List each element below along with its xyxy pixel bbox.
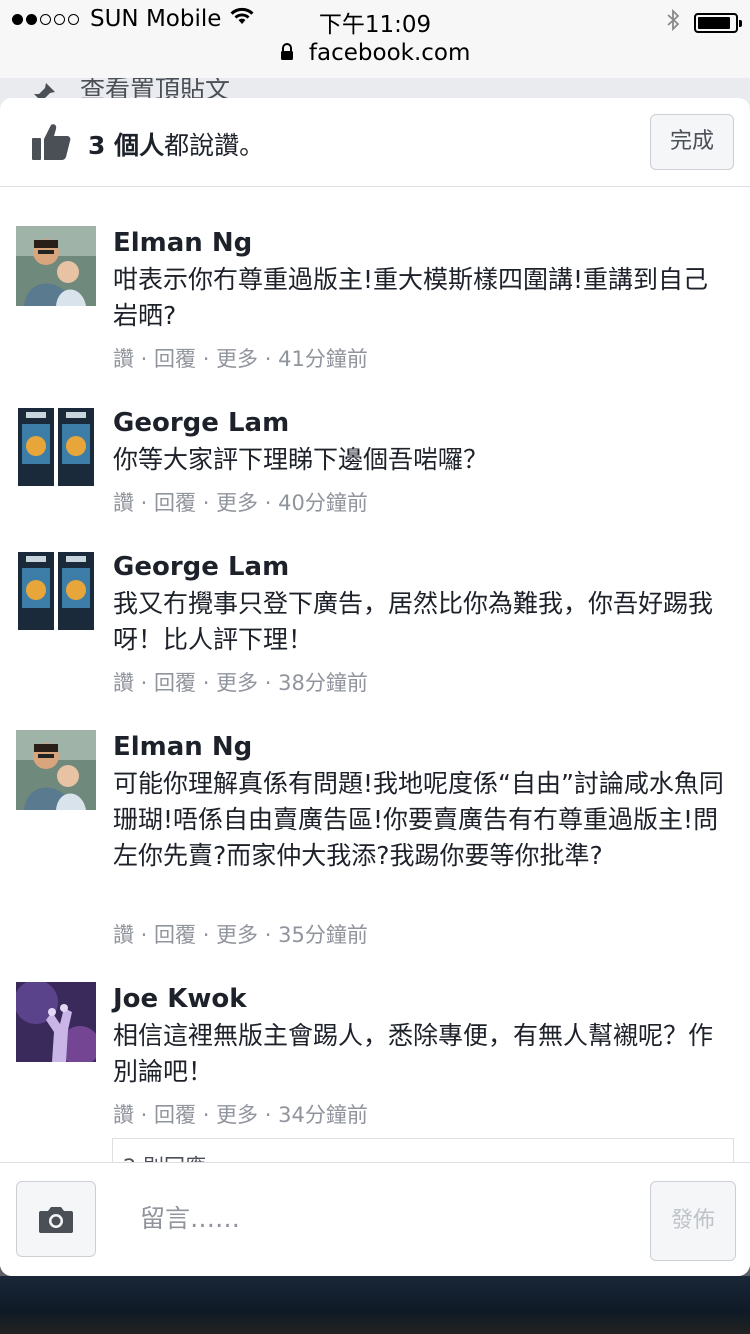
done-button[interactable]: 完成 <box>650 114 734 170</box>
avatar[interactable] <box>16 550 96 630</box>
avatar[interactable] <box>16 406 96 486</box>
more-link[interactable]: 更多 <box>216 347 258 371</box>
comment-author[interactable]: George Lam <box>113 408 289 438</box>
comment-author[interactable]: George Lam <box>113 552 289 582</box>
camera-icon <box>39 1207 73 1233</box>
comment-text: 我又冇攪事只登下廣告，居然比你為難我，你吾好踢我呀！比人評下理！ <box>113 589 714 654</box>
background-photo <box>0 1276 750 1334</box>
reply-link[interactable]: 回覆 <box>154 347 196 371</box>
comment-author[interactable]: Elman Ng <box>113 228 252 258</box>
like-link[interactable]: 讚 <box>113 347 134 371</box>
comment-text: 你等大家評下理睇下邊個吾啱囉？ <box>113 445 489 474</box>
likes-comments-modal: 3 個人都說讚。 完成 Elman Ng 咁表示你冇尊重過版主!重大模斯樣四圍講… <box>0 98 750 1276</box>
like-link[interactable]: 讚 <box>113 671 134 695</box>
comment-actions: 讚 · 回覆 · 更多 · 41分鐘前 <box>113 347 368 371</box>
likes-suffix: 都說讚。 <box>164 131 265 160</box>
avatar[interactable] <box>16 226 96 306</box>
like-link[interactable]: 讚 <box>113 923 134 947</box>
comment-time: 35分鐘前 <box>278 923 368 947</box>
comment-input[interactable] <box>126 1193 634 1243</box>
likes-summary[interactable]: 3 個人都說讚。 <box>88 126 264 162</box>
comment-actions: 讚 · 回覆 · 更多 · 38分鐘前 <box>113 671 368 695</box>
comment-time: 41分鐘前 <box>278 347 368 371</box>
more-link[interactable]: 更多 <box>216 923 258 947</box>
more-link[interactable]: 更多 <box>216 1103 258 1127</box>
comment-time: 34分鐘前 <box>278 1103 368 1127</box>
comment-text: 可能你理解真係有問題!我地呢度係“自由”討論咸水魚同珊瑚!唔係自由賣廣告區!你要… <box>113 769 724 870</box>
reply-link[interactable]: 回覆 <box>154 923 196 947</box>
comment-composer: 發佈 <box>0 1162 750 1276</box>
bluetooth-icon <box>666 8 680 38</box>
clock: 下午11:09 <box>318 12 432 38</box>
reply-link[interactable]: 回覆 <box>154 1103 196 1127</box>
comment-text: 相信這裡無版主會踢人，悉除專便，有無人幫襯呢？作別論吧！ <box>113 1021 714 1086</box>
status-bar: SUN Mobile 下午11:09 <box>0 0 750 40</box>
comment-author[interactable]: Elman Ng <box>113 732 252 762</box>
avatar[interactable] <box>16 730 96 810</box>
comment-actions: 讚 · 回覆 · 更多 · 35分鐘前 <box>113 923 368 947</box>
url-domain: facebook.com <box>308 40 471 66</box>
likes-bar: 3 個人都說讚。 完成 <box>0 98 750 187</box>
camera-button[interactable] <box>16 1181 96 1257</box>
like-link[interactable]: 讚 <box>113 1103 134 1127</box>
thumbs-up-icon <box>30 120 72 166</box>
reply-link[interactable]: 回覆 <box>154 671 196 695</box>
comment-actions: 讚 · 回覆 · 更多 · 34分鐘前 <box>113 1103 368 1127</box>
like-link[interactable]: 讚 <box>113 491 134 515</box>
likes-count: 3 個人 <box>88 131 165 160</box>
more-link[interactable]: 更多 <box>216 491 258 515</box>
reply-link[interactable]: 回覆 <box>154 491 196 515</box>
lock-icon <box>280 41 294 67</box>
comment-actions: 讚 · 回覆 · 更多 · 40分鐘前 <box>113 491 368 515</box>
comment-text: 咁表示你冇尊重過版主!重大模斯樣四圍講!重講到自己岩晒? <box>113 265 709 330</box>
url-bar[interactable]: facebook.com <box>0 40 750 78</box>
comment-time: 40分鐘前 <box>278 491 368 515</box>
more-link[interactable]: 更多 <box>216 671 258 695</box>
post-button[interactable]: 發佈 <box>650 1181 736 1261</box>
comment-author[interactable]: Joe Kwok <box>113 984 247 1014</box>
status-right <box>666 8 742 38</box>
battery-icon <box>694 13 742 33</box>
comment-time: 38分鐘前 <box>278 671 368 695</box>
avatar[interactable] <box>16 982 96 1062</box>
